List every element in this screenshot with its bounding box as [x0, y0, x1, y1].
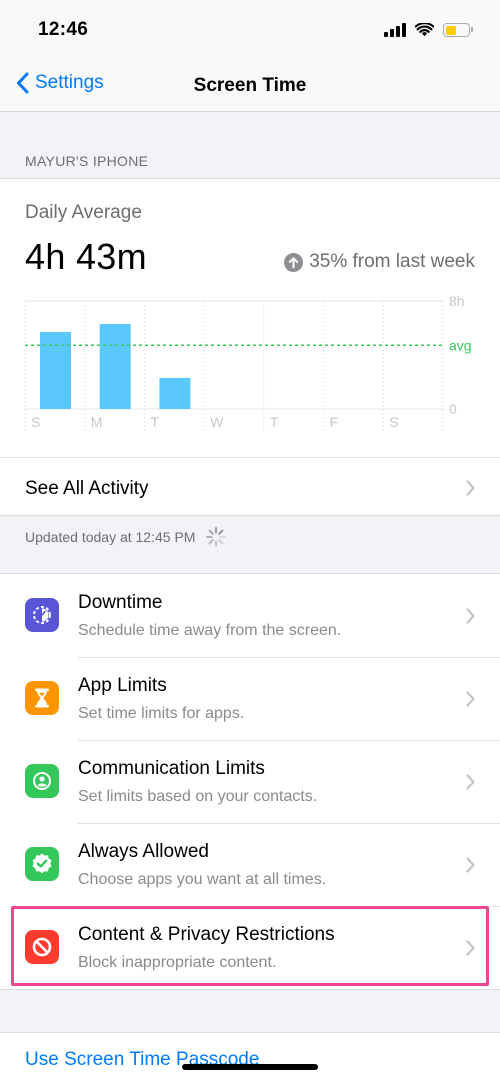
status-bar: 12:46 [0, 0, 500, 60]
chevron-left-icon [17, 72, 29, 94]
x-tick-label: W [210, 414, 224, 430]
restriction-icon [25, 930, 59, 964]
daily-average-value: 4h 43m [25, 236, 147, 277]
row-content-privacy-restrictions[interactable]: Content & Privacy Restrictions Block ina… [0, 906, 500, 989]
wifi-icon [415, 23, 434, 37]
cellular-signal-icon [384, 23, 406, 37]
trend-text: 35% from last week [309, 251, 475, 272]
row-downtime[interactable]: Downtime Schedule time away from the scr… [0, 574, 500, 657]
x-tick-label: T [270, 414, 279, 430]
hourglass-icon [25, 681, 59, 715]
content-privacy-subtitle: Block inappropriate content. [78, 954, 277, 971]
daily-average-card[interactable]: Daily Average 4h 43m 35% from last week … [0, 178, 500, 516]
row-app-limits[interactable]: App Limits Set time limits for apps. [0, 657, 500, 740]
communication-limits-subtitle: Set limits based on your contacts. [78, 788, 318, 805]
daily-average-label: Daily Average [25, 202, 142, 223]
updated-status: Updated today at 12:45 PM [25, 526, 227, 548]
trend-indicator: 35% from last week [284, 251, 475, 273]
back-label: Settings [35, 72, 104, 93]
row-communication-limits[interactable]: Communication Limits Set limits based on… [0, 740, 500, 823]
bar-0 [40, 332, 71, 409]
row-always-allowed[interactable]: Always Allowed Choose apps you want at a… [0, 823, 500, 906]
device-header: MAYUR'S IPHONE [25, 153, 149, 169]
battery-icon [443, 23, 473, 37]
bar-2 [159, 377, 191, 409]
chevron-right-icon [466, 607, 475, 624]
x-tick-label: M [91, 414, 103, 430]
content-privacy-title: Content & Privacy Restrictions [78, 924, 335, 945]
always-allowed-title: Always Allowed [78, 841, 209, 862]
chevron-right-icon [466, 479, 475, 496]
chevron-right-icon [466, 856, 475, 873]
use-passcode-row[interactable]: Use Screen Time Passcode [0, 1032, 500, 1080]
contact-icon [25, 764, 59, 798]
average-label: avg [449, 337, 472, 353]
arrow-up-circle-icon [284, 252, 304, 272]
loading-spinner-icon [206, 527, 227, 547]
chevron-right-icon [466, 773, 475, 790]
chevron-right-icon [466, 690, 475, 707]
downtime-icon [25, 598, 59, 632]
app-limits-subtitle: Set time limits for apps. [78, 705, 245, 722]
see-all-activity-row[interactable]: See All Activity [0, 457, 500, 517]
y-axis-top-label: 8h [449, 293, 465, 309]
y-axis-bottom-label: 0 [449, 401, 457, 417]
usage-bar-chart: avg 8h 0 S M T W T F S [24, 293, 472, 431]
downtime-title: Downtime [78, 592, 163, 613]
x-tick-label: S [31, 414, 40, 430]
x-tick-label: F [330, 414, 339, 430]
x-tick-label: T [150, 414, 159, 430]
home-indicator [182, 1064, 318, 1070]
checkmark-badge-icon [25, 847, 59, 881]
back-button[interactable]: Settings [16, 72, 104, 94]
navigation-bar: Settings Screen Time [0, 60, 500, 112]
screen-time-settings-list: Downtime Schedule time away from the scr… [0, 573, 500, 990]
communication-limits-title: Communication Limits [78, 758, 265, 779]
app-limits-title: App Limits [78, 675, 167, 696]
see-all-activity-label: See All Activity [25, 478, 149, 499]
x-tick-label: S [389, 414, 398, 430]
downtime-subtitle: Schedule time away from the screen. [78, 622, 342, 639]
bar-1 [99, 323, 131, 409]
status-icons [384, 20, 473, 40]
status-time: 12:46 [38, 19, 89, 40]
always-allowed-subtitle: Choose apps you want at all times. [78, 871, 327, 888]
updated-text: Updated today at 12:45 PM [25, 529, 196, 545]
chevron-right-icon [466, 939, 475, 956]
